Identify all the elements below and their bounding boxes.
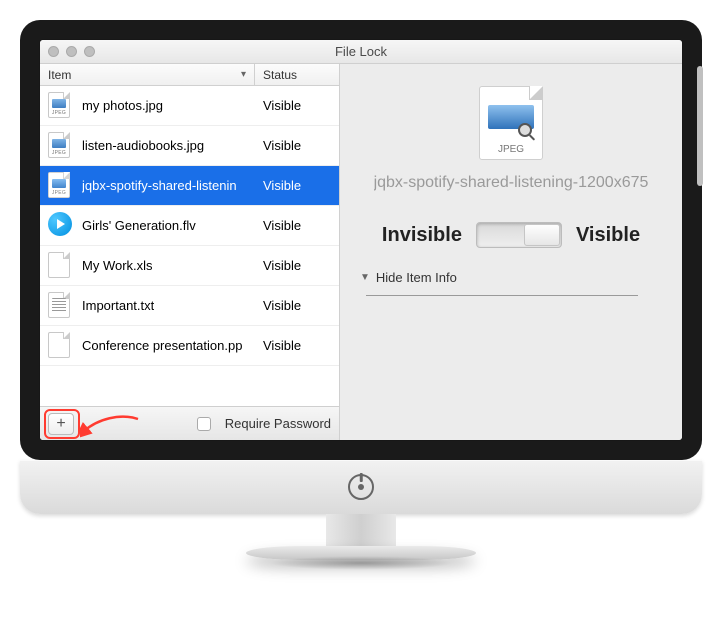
file-name: jqbx-spotify-shared-listenin bbox=[82, 178, 237, 193]
add-button[interactable]: + bbox=[48, 413, 74, 435]
file-name: Important.txt bbox=[82, 298, 154, 313]
hide-item-info-disclosure[interactable]: ▼ Hide Item Info bbox=[360, 270, 457, 285]
visibility-toggle[interactable] bbox=[476, 222, 562, 248]
file-status: Visible bbox=[255, 218, 339, 233]
file-status: Visible bbox=[255, 98, 339, 113]
preview-file-icon: JPEG bbox=[479, 86, 543, 160]
magnifier-icon bbox=[518, 123, 536, 141]
file-type-icon bbox=[48, 332, 72, 360]
disclosure-label: Hide Item Info bbox=[376, 270, 457, 285]
left-pane: Item ▾ Status JPEG my photos.jpg bbox=[40, 64, 340, 440]
file-status: Visible bbox=[255, 258, 339, 273]
file-name: My Work.xls bbox=[82, 258, 153, 273]
file-status: Visible bbox=[255, 298, 339, 313]
list-item[interactable]: JPEG my photos.jpg Visible bbox=[40, 86, 339, 126]
file-type-icon: JPEG bbox=[48, 172, 72, 200]
minimize-dot[interactable] bbox=[66, 46, 77, 57]
annotation-arrow-icon bbox=[80, 413, 140, 439]
list-item[interactable]: Conference presentation.pp Visible bbox=[40, 326, 339, 366]
divider bbox=[366, 295, 638, 296]
toggle-knob bbox=[524, 224, 560, 246]
disclosure-triangle-icon: ▼ bbox=[360, 272, 370, 283]
content: Item ▾ Status JPEG my photos.jpg bbox=[40, 64, 682, 440]
file-list: JPEG my photos.jpg Visible JPEG listen-a… bbox=[40, 86, 339, 406]
preview-pane: JPEG jqbx-spotify-shared-listening-1200x… bbox=[340, 64, 682, 440]
sort-chevron-icon: ▾ bbox=[241, 69, 246, 80]
titlebar: File Lock bbox=[40, 40, 682, 64]
column-header-status-label: Status bbox=[263, 68, 297, 82]
list-item[interactable]: Girls' Generation.flv Visible bbox=[40, 206, 339, 246]
visible-label: Visible bbox=[576, 224, 640, 247]
file-status: Visible bbox=[255, 138, 339, 153]
window-title: File Lock bbox=[40, 44, 682, 59]
window-controls bbox=[48, 46, 95, 57]
column-header-item[interactable]: Item ▾ bbox=[40, 64, 255, 85]
preview-filename: jqbx-spotify-shared-listening-1200x675 bbox=[374, 174, 649, 192]
visibility-toggle-row: Invisible Visible bbox=[382, 222, 640, 248]
column-headers: Item ▾ Status bbox=[40, 64, 339, 86]
invisible-label: Invisible bbox=[382, 224, 462, 247]
file-type-icon bbox=[48, 212, 72, 240]
plus-icon: + bbox=[56, 415, 65, 433]
file-name: listen-audiobooks.jpg bbox=[82, 138, 204, 153]
file-type-icon: JPEG bbox=[48, 132, 72, 160]
list-item[interactable]: My Work.xls Visible bbox=[40, 246, 339, 286]
column-header-item-label: Item bbox=[48, 68, 71, 82]
list-item[interactable]: Important.txt Visible bbox=[40, 286, 339, 326]
file-type-icon bbox=[48, 292, 72, 320]
screen-bezel: File Lock Item ▾ Status bbox=[20, 20, 702, 460]
file-status: Visible bbox=[255, 178, 339, 193]
list-item[interactable]: JPEG jqbx-spotify-shared-listenin Visibl… bbox=[40, 166, 339, 206]
app-window: File Lock Item ▾ Status bbox=[40, 40, 682, 440]
bottom-bar: + Require Password bbox=[40, 406, 339, 440]
file-type-icon: JPEG bbox=[48, 92, 72, 120]
require-password-label: Require Password bbox=[225, 416, 331, 431]
imac-neck bbox=[326, 514, 396, 548]
file-type-icon bbox=[48, 252, 72, 280]
file-status: Visible bbox=[255, 338, 339, 353]
preview-type-label: JPEG bbox=[480, 144, 542, 155]
zoom-dot[interactable] bbox=[84, 46, 95, 57]
column-header-status[interactable]: Status bbox=[255, 64, 339, 85]
imac-mock: File Lock Item ▾ Status bbox=[20, 20, 702, 560]
list-item[interactable]: JPEG listen-audiobooks.jpg Visible bbox=[40, 126, 339, 166]
file-name: Girls' Generation.flv bbox=[82, 218, 196, 233]
file-name: Conference presentation.pp bbox=[82, 338, 242, 353]
close-dot[interactable] bbox=[48, 46, 59, 57]
imac-chin bbox=[20, 460, 702, 514]
require-password-checkbox[interactable] bbox=[197, 417, 211, 431]
imac-foot bbox=[246, 546, 476, 560]
file-name: my photos.jpg bbox=[82, 98, 163, 113]
power-logo-icon bbox=[348, 474, 374, 500]
